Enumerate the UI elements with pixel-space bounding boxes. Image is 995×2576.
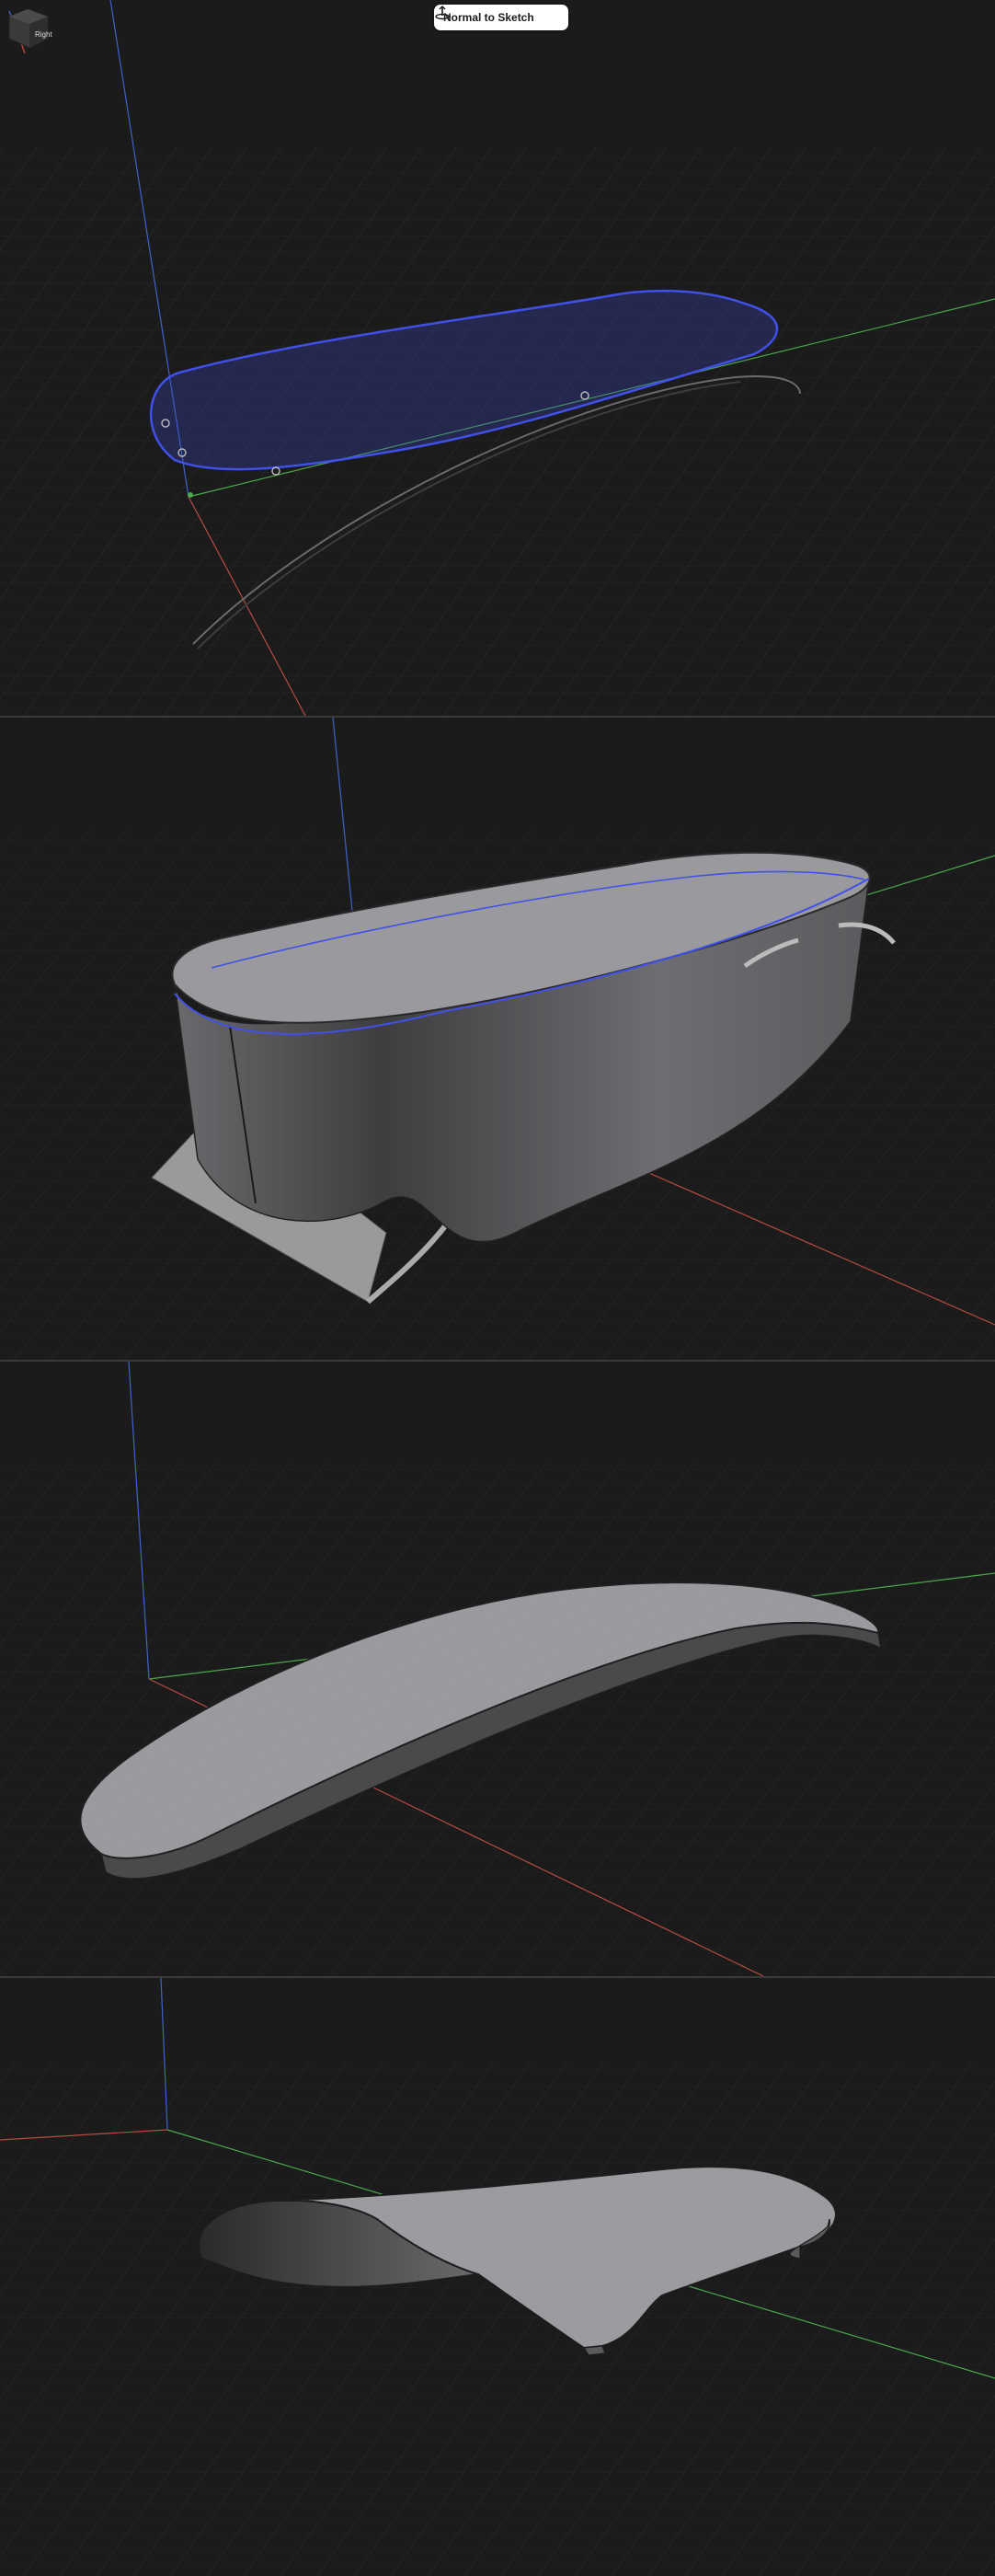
viewport-canvas-curved-shell-alt[interactable] — [0, 1978, 995, 2576]
viewport-panel-curved-shell[interactable] — [0, 1362, 995, 1976]
normal-to-sketch-label: Normal to Sketch — [443, 11, 534, 24]
viewcube[interactable]: Right — [0, 0, 53, 53]
normal-to-sketch-button[interactable]: Normal to Sketch — [434, 5, 568, 30]
normal-to-sketch-icon — [435, 6, 450, 20]
origin-point[interactable] — [188, 492, 193, 498]
viewport-panel-curved-shell-alt[interactable] — [0, 1978, 995, 2576]
ground-grid — [0, 147, 995, 716]
viewport-canvas-sketch[interactable] — [0, 0, 995, 716]
viewport-canvas-curved-shell[interactable] — [0, 1362, 995, 1976]
viewport-canvas-extruded-body[interactable] — [0, 718, 995, 1360]
viewport-panel-extruded-body[interactable] — [0, 718, 995, 1360]
ground-grid — [0, 2061, 995, 2576]
viewport-panel-sketch[interactable]: Normal to Sketch Right — [0, 0, 995, 716]
viewcube-face-label: Right — [35, 30, 52, 39]
